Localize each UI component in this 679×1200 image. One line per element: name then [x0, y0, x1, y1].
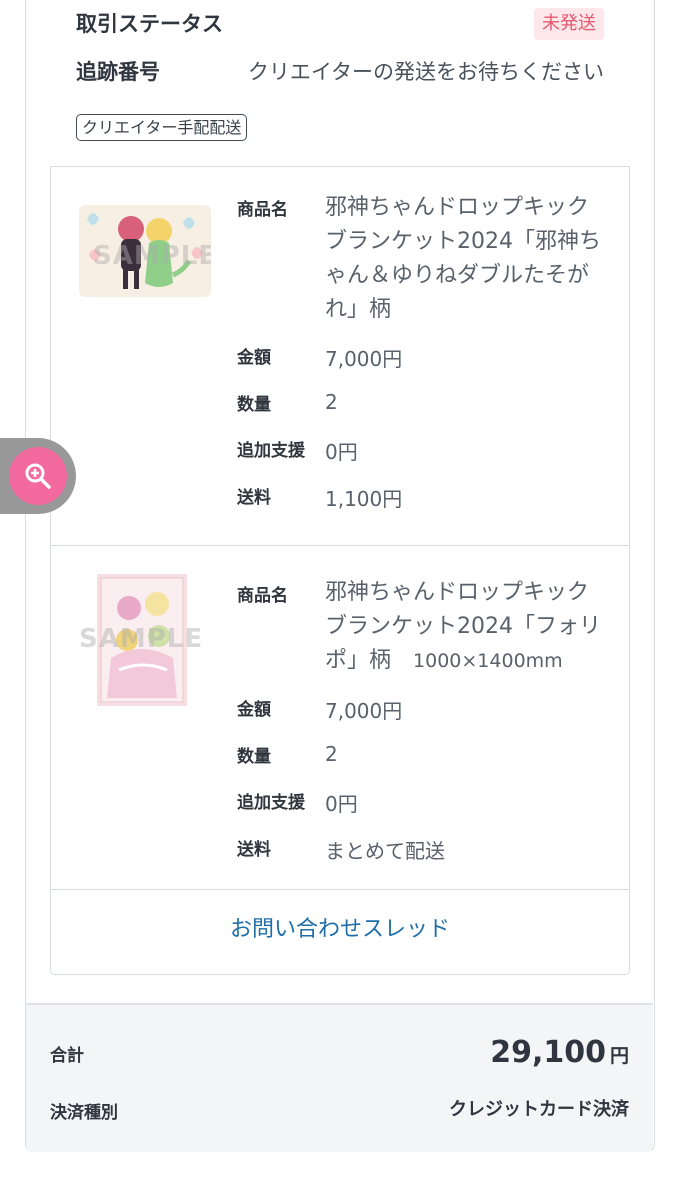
quantity-label: 数量	[237, 395, 271, 415]
price-value: 7,000円	[325, 347, 403, 371]
shipping-fee-label: 送料	[237, 488, 271, 508]
product-name-label: 商品名	[237, 200, 288, 220]
price-value: 7,000円	[325, 699, 403, 723]
shipping-method-tag: クリエイター手配配送	[76, 114, 248, 141]
status-label: 取引ステータス	[76, 12, 223, 36]
product-name-label: 商品名	[237, 586, 288, 606]
shipping-fee-value: 1,100円	[325, 487, 403, 511]
product-thumbnail[interactable]: SAMPLE	[79, 574, 211, 706]
product-thumbnail[interactable]: SAMPLE	[79, 205, 211, 297]
extra-support-value: 0円	[325, 440, 358, 464]
inquiry-thread-link[interactable]: お問い合わせスレッド	[51, 911, 629, 943]
shipping-fee-value: まとめて配送	[325, 839, 445, 863]
extra-support-value: 0円	[325, 792, 358, 816]
total-amount: 29,100	[490, 1035, 606, 1070]
tracking-value: クリエイターの発送をお待ちください	[247, 60, 604, 84]
price-label: 金額	[237, 700, 271, 720]
total-label: 合計	[50, 1046, 84, 1066]
order-panel: 取引ステータス 未発送 追跡番号 クリエイターの発送をお待ちください クリエイタ…	[25, 0, 655, 1151]
order-item: SAMPLE 商品名 邪神ちゃんドロップキック ブランケット2024「フォリ ポ…	[51, 546, 629, 890]
extra-support-label: 追加支援	[237, 441, 305, 461]
quantity-label: 数量	[237, 747, 271, 767]
zoom-tab	[0, 438, 76, 514]
quantity-value: 2	[325, 390, 338, 414]
sample-watermark: SAMPLE	[93, 241, 211, 271]
product-name: 邪神ちゃんドロップキック ブランケット2024「邪神ち ゃん＆ゆりねダブルたそが…	[325, 195, 601, 322]
payment-type-label: 決済種別	[50, 1103, 118, 1123]
price-label: 金額	[237, 348, 271, 368]
zoom-button[interactable]	[9, 447, 67, 505]
total-value: 29,100 円	[490, 1035, 629, 1070]
extra-support-label: 追加支援	[237, 793, 305, 813]
status-row: 取引ステータス 未発送	[76, 8, 604, 42]
order-item: SAMPLE 商品名 邪神ちゃんドロップキック ブランケット2024「邪神ち ゃ…	[51, 167, 629, 546]
tracking-label: 追跡番号	[76, 60, 160, 84]
payment-type-value: クレジットカード決済	[449, 1099, 629, 1120]
order-items-card: SAMPLE 商品名 邪神ちゃんドロップキック ブランケット2024「邪神ち ゃ…	[50, 166, 630, 975]
shipping-fee-label: 送料	[237, 840, 271, 860]
total-unit: 円	[609, 1045, 629, 1067]
quantity-value: 2	[325, 742, 338, 766]
sample-watermark: SAMPLE	[79, 624, 204, 654]
product-name: 邪神ちゃんドロップキック ブランケット2024「フォリ ポ」柄 1000×140…	[325, 580, 601, 673]
order-summary: 合計 29,100 円 決済種別 クレジットカード決済	[26, 1003, 653, 1152]
status-badge: 未発送	[534, 8, 604, 40]
